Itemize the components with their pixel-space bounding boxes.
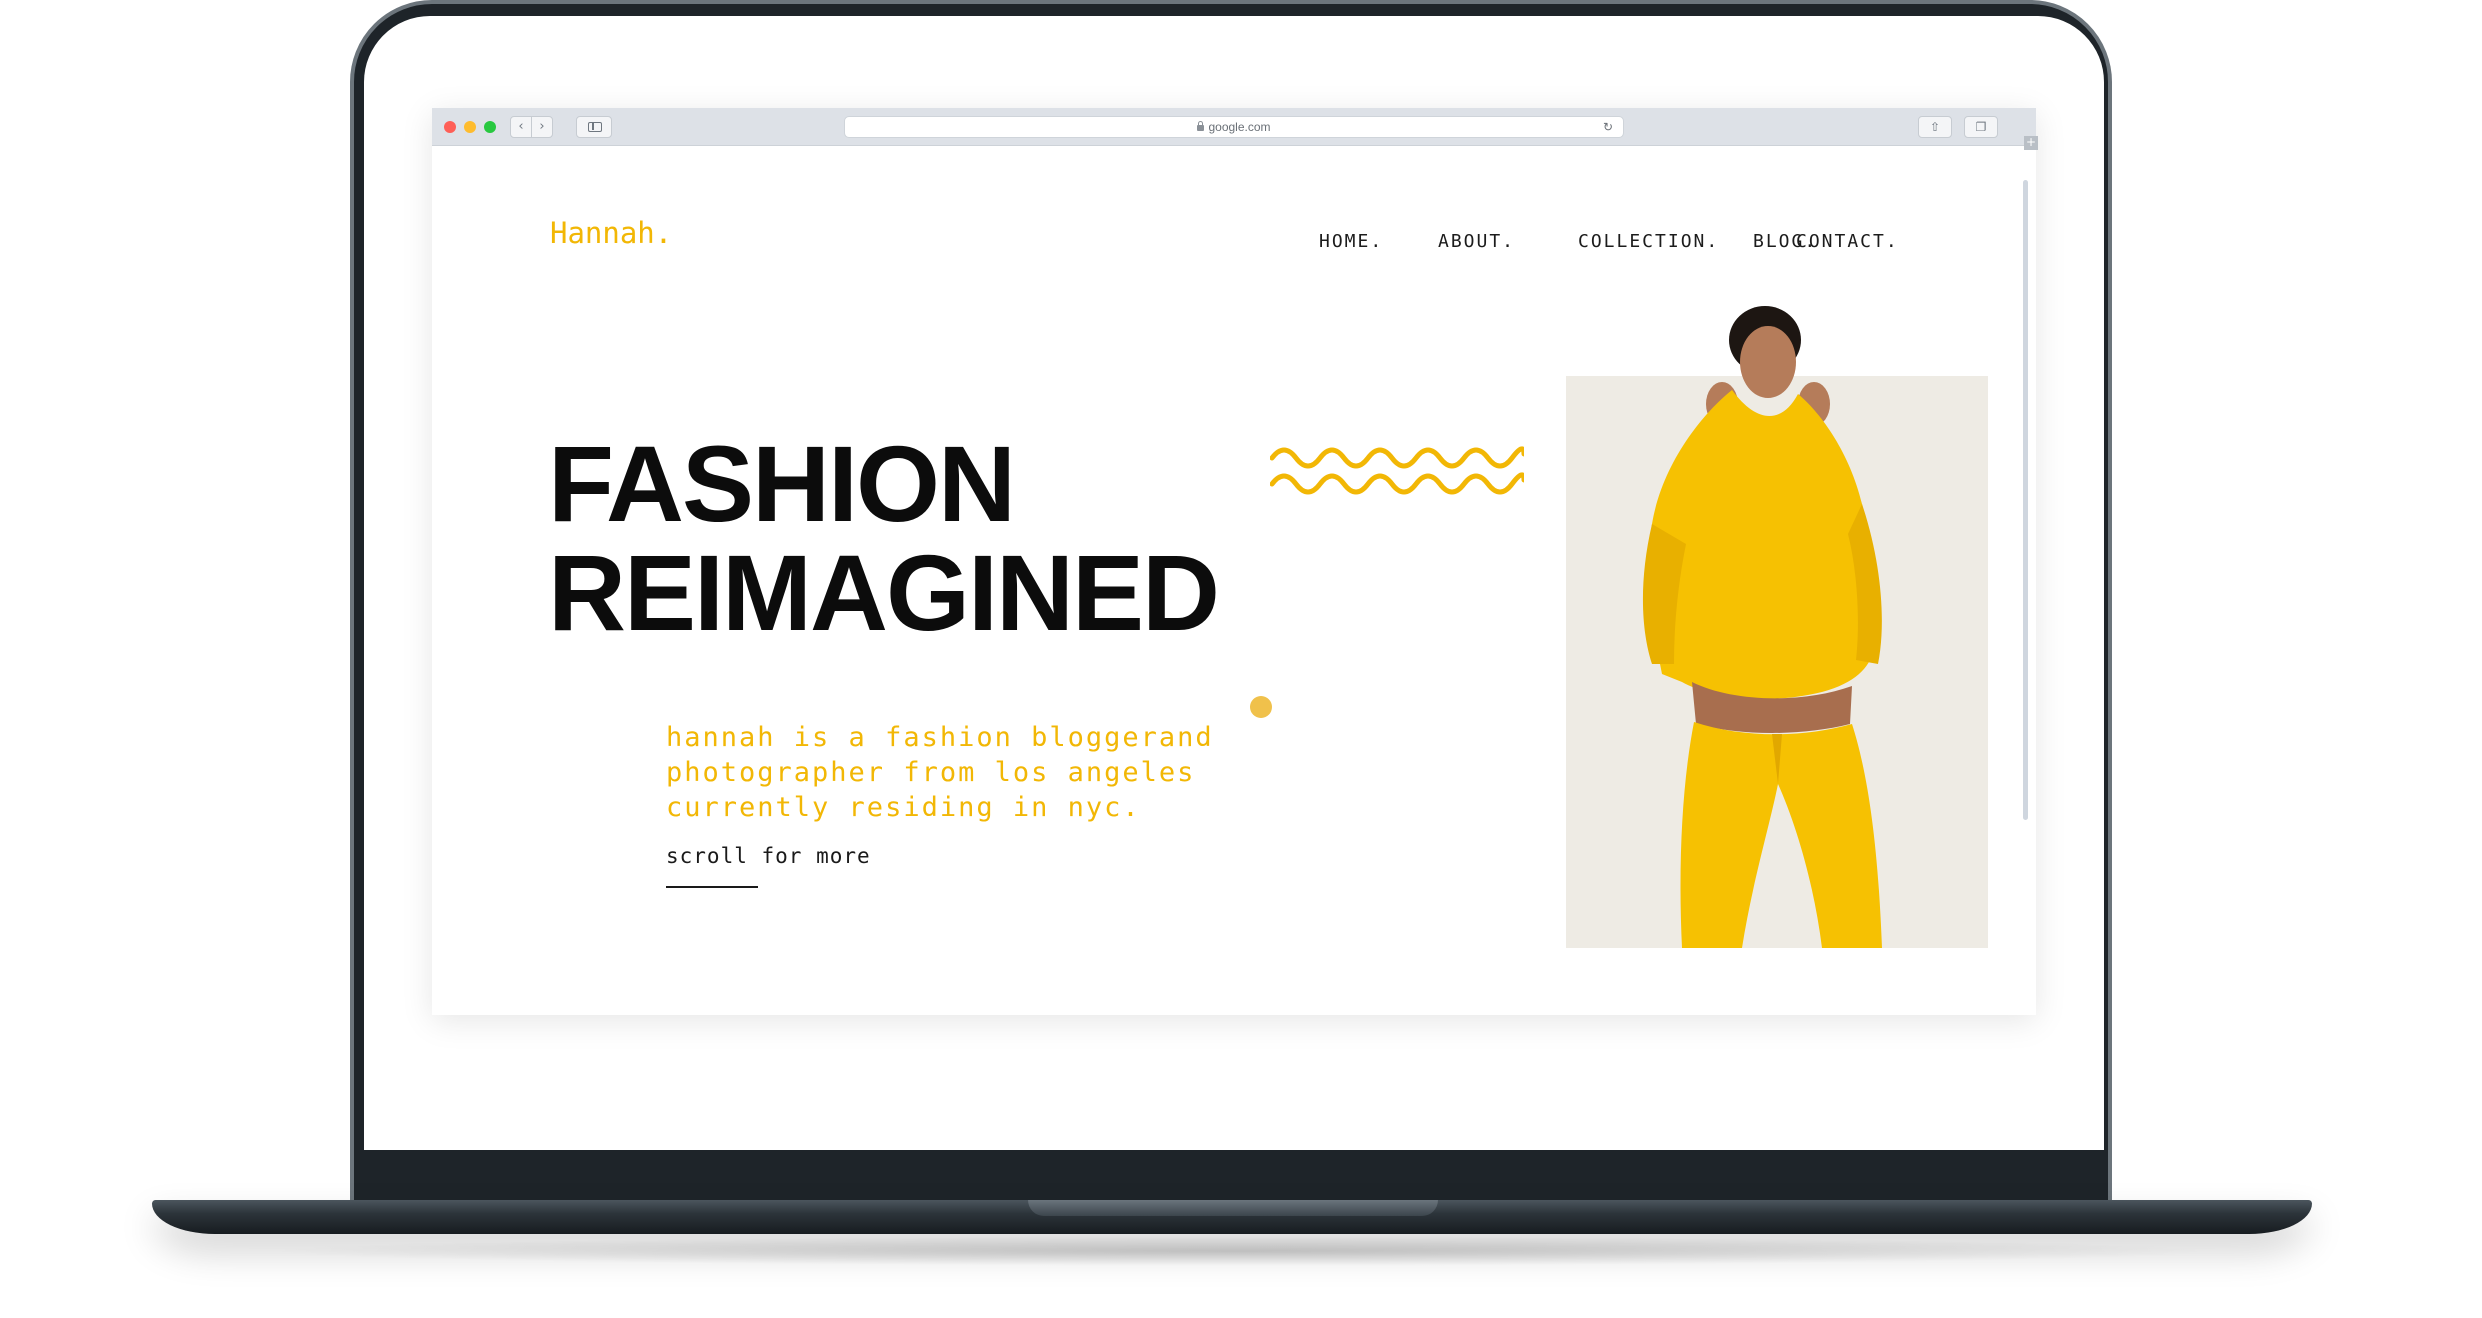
- forward-arrow-icon[interactable]: ›: [531, 116, 553, 138]
- hero-description: hannah is a fashion bloggerand photograp…: [666, 722, 1214, 823]
- lock-icon: [1197, 121, 1205, 131]
- accent-dot: [1250, 696, 1272, 718]
- hero-photo: [1642, 306, 1882, 948]
- tabs-icon[interactable]: ❐: [1964, 116, 1998, 138]
- new-tab-icon[interactable]: +: [2024, 136, 2038, 150]
- laptop-shadow: [260, 1236, 2220, 1266]
- nav-home[interactable]: HOME.: [1319, 231, 1383, 252]
- nav-contact[interactable]: CONTACT.: [1796, 231, 1899, 252]
- scroll-underline: [666, 886, 758, 888]
- back-arrow-icon[interactable]: ‹: [510, 116, 532, 138]
- hero-title-line1: FASHION: [548, 423, 1016, 544]
- address-bar[interactable]: google.com ↻: [844, 116, 1624, 138]
- close-window-button[interactable]: [444, 121, 456, 133]
- nav-collection[interactable]: COLLECTION.: [1578, 231, 1719, 252]
- browser-toolbar: ‹ › google.com ↻ ⇧ ❐ +: [432, 108, 2038, 150]
- maximize-window-button[interactable]: [484, 121, 496, 133]
- scroll-for-more-link[interactable]: scroll for more: [666, 844, 871, 868]
- share-icon[interactable]: ⇧: [1918, 116, 1952, 138]
- site-logo[interactable]: Hannah.: [550, 216, 672, 250]
- hero-title-line2: REIMAGINED: [548, 532, 1220, 653]
- wave-decoration: [1270, 446, 1524, 495]
- url-text: google.com: [1208, 120, 1271, 134]
- scrollbar[interactable]: [2023, 180, 2028, 820]
- laptop-screen: ‹ › google.com ↻ ⇧ ❐ + Hannah. HOME. ABO…: [364, 16, 2104, 1150]
- sidebar-icon[interactable]: [576, 116, 612, 138]
- nav-about[interactable]: ABOUT.: [1438, 231, 1515, 252]
- reload-icon[interactable]: ↻: [1603, 117, 1613, 137]
- minimize-window-button[interactable]: [464, 121, 476, 133]
- laptop-notch: [1028, 1200, 1438, 1216]
- browser-window: ‹ › google.com ↻ ⇧ ❐ + Hannah. HOME. ABO…: [432, 108, 2038, 1015]
